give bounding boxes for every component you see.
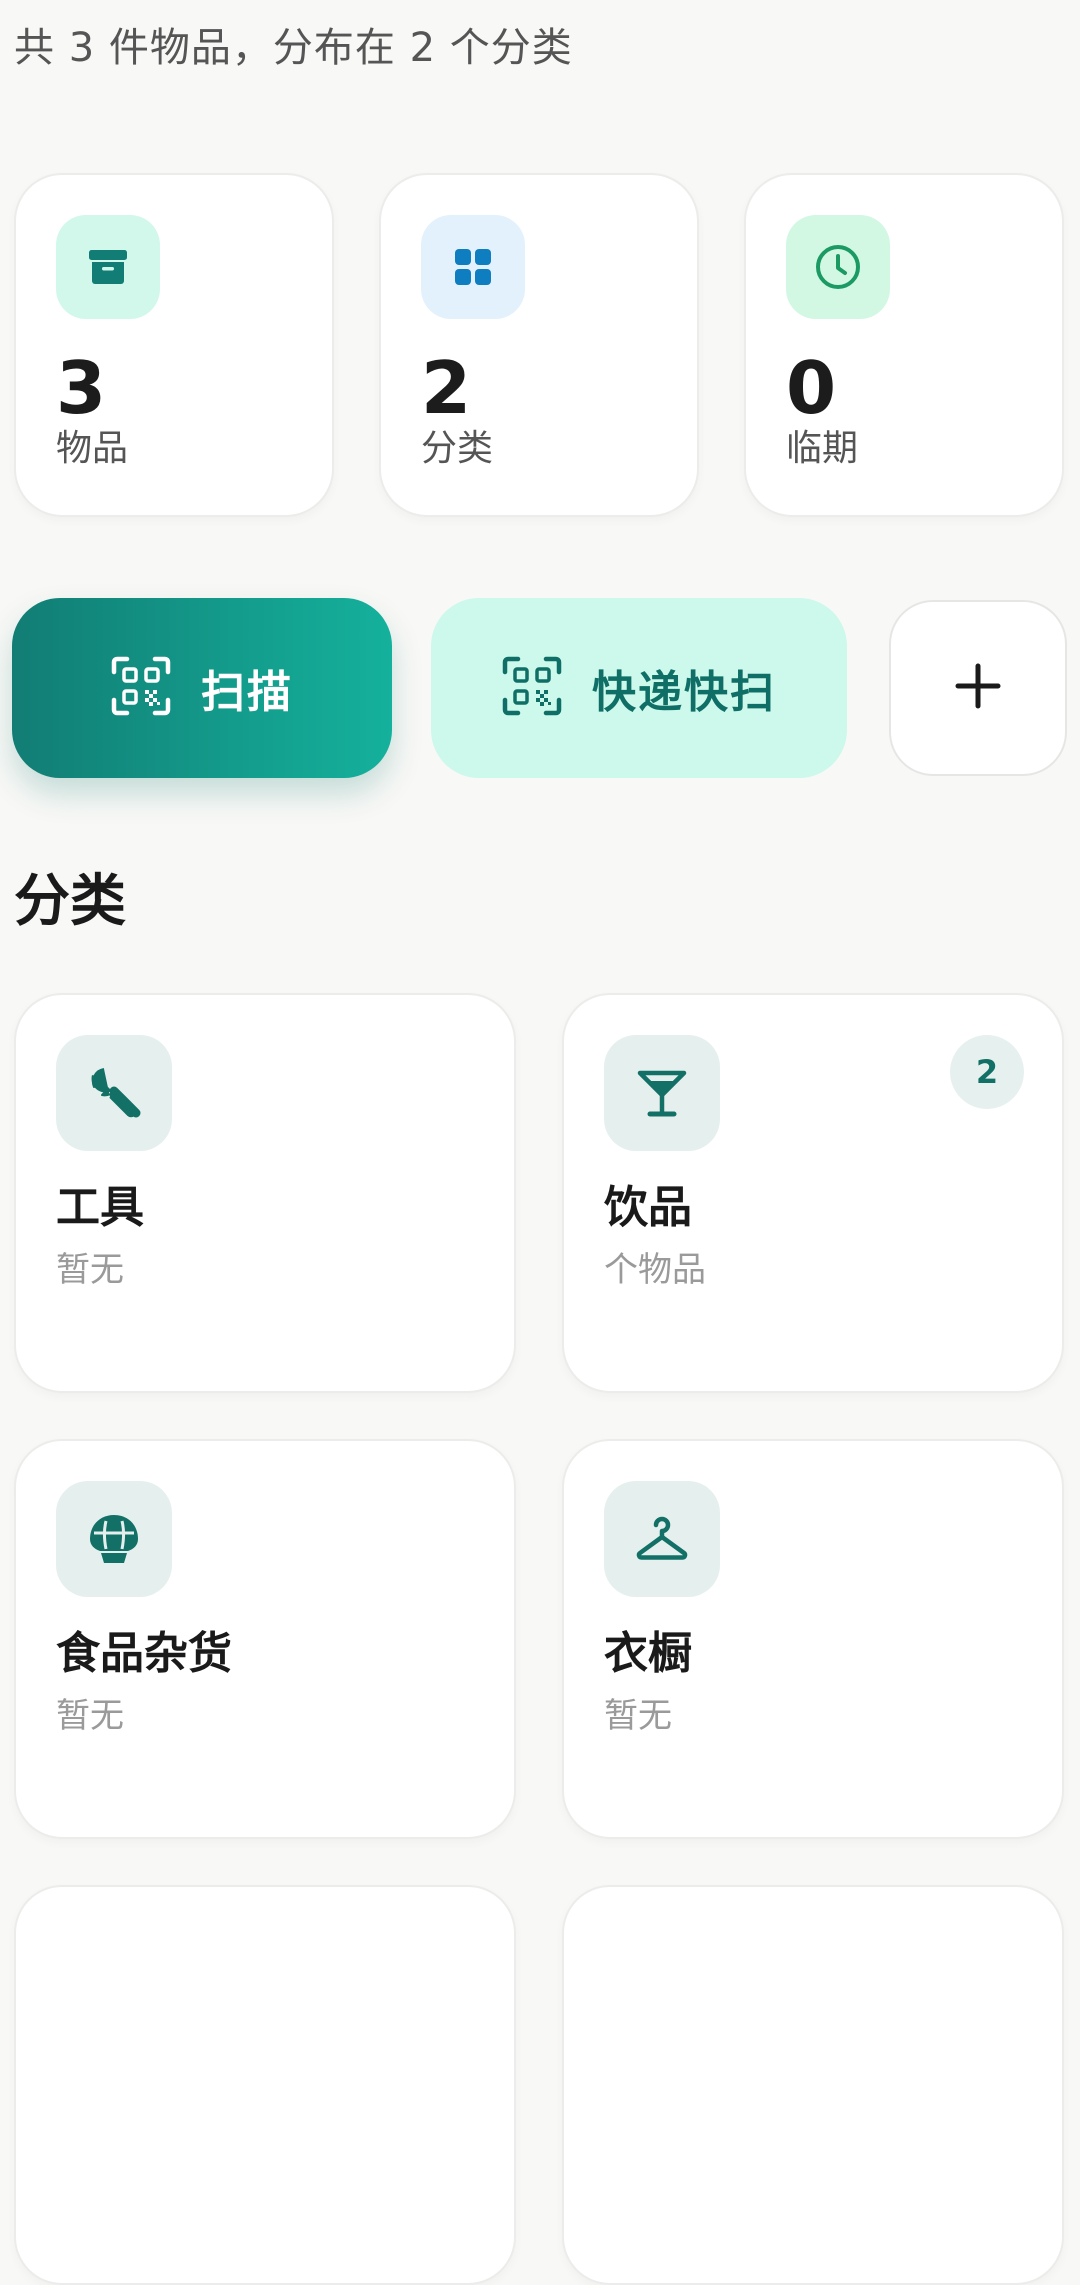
category-card-wardrobe[interactable]: 衣橱 暂无: [562, 1439, 1064, 1839]
hanger-icon: [604, 1481, 720, 1597]
stat-card-categories[interactable]: 2 分类: [379, 173, 699, 517]
stat-label: 分类: [421, 428, 494, 469]
category-card-partial[interactable]: [14, 1885, 516, 2285]
stat-value: 3: [56, 346, 107, 430]
stat-card-expiring[interactable]: 0 临期: [744, 173, 1064, 517]
grid-icon: [421, 215, 525, 319]
category-count-badge: 2: [950, 1035, 1024, 1109]
stat-value: 0: [786, 346, 837, 430]
category-count: 暂无: [56, 1696, 124, 1736]
category-name: 饮品: [604, 1182, 692, 1233]
stat-label: 物品: [56, 428, 129, 469]
archive-box-icon: [56, 215, 160, 319]
wrench-icon: [56, 1035, 172, 1151]
category-count: 暂无: [604, 1696, 672, 1736]
qr-scan-icon: [111, 656, 171, 720]
action-row: 扫描 快递快扫: [12, 598, 1068, 778]
category-name: 工具: [56, 1182, 144, 1233]
stat-value: 2: [421, 346, 472, 430]
stat-label: 临期: [786, 428, 859, 469]
groceries-icon: [56, 1481, 172, 1597]
category-card-tools[interactable]: 工具 暂无: [14, 993, 516, 1393]
category-count: 个物品: [604, 1250, 706, 1290]
category-card-groceries[interactable]: 食品杂货 暂无: [14, 1439, 516, 1839]
express-scan-button[interactable]: 快递快扫: [431, 598, 847, 778]
cocktail-glass-icon: [604, 1035, 720, 1151]
express-scan-button-label: 快递快扫: [592, 667, 776, 718]
inventory-summary: 共 3 件物品，分布在 2 个分类: [14, 25, 573, 71]
qr-scan-icon: [502, 656, 562, 720]
category-name: 食品杂货: [56, 1628, 232, 1679]
category-card-drinks[interactable]: 2 饮品 个物品: [562, 993, 1064, 1393]
scan-button-label: 扫描: [201, 667, 293, 718]
category-count: 暂无: [56, 1250, 124, 1290]
add-item-button[interactable]: [889, 600, 1067, 776]
category-card-partial[interactable]: [562, 1885, 1064, 2285]
clock-icon: [786, 215, 890, 319]
plus-icon: [954, 662, 1002, 714]
stat-card-items[interactable]: 3 物品: [14, 173, 334, 517]
category-name: 衣橱: [604, 1628, 692, 1679]
scan-button[interactable]: 扫描: [12, 598, 392, 778]
categories-section-title: 分类: [14, 869, 126, 934]
stats-row: 3 物品 2 分类 0 临期: [14, 173, 1066, 517]
